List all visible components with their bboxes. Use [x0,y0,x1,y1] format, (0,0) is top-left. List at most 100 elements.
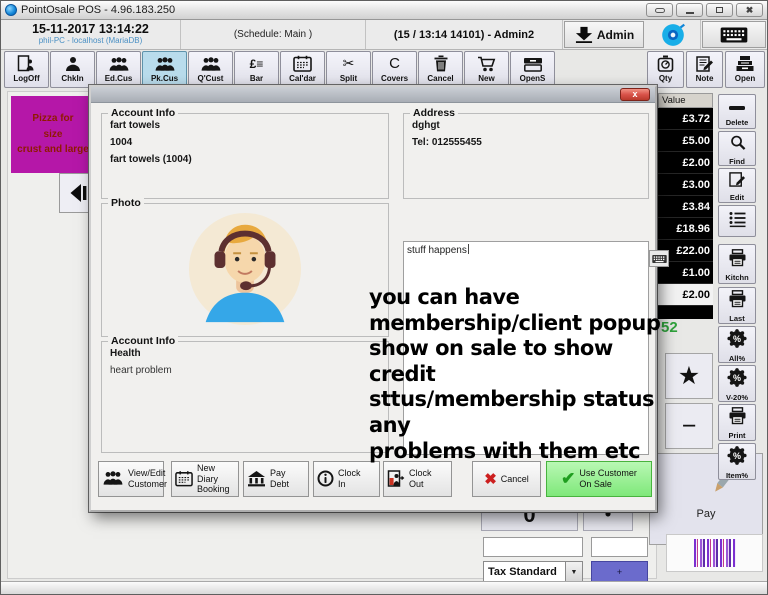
printer-icon [728,290,747,313]
admin-label: Admin [597,28,634,42]
dialog-cancel-button[interactable]: ✖ Cancel [472,461,541,497]
clock-in-button[interactable]: Clock In [313,461,380,497]
order-value-cell[interactable]: £3.72 [658,108,713,130]
admin-button[interactable]: Admin [564,21,644,48]
group-title: Photo [108,197,144,209]
toolbar-logoff-button[interactable]: LogOff [4,51,49,88]
button-label: View/Edit Customer [128,468,167,490]
toolbar-covers-button[interactable]: C Covers [372,51,417,88]
info-circle-icon [317,470,334,489]
toolbar-label: Q'Cust [198,74,224,83]
right-toolbar: Qty Note Open [647,51,765,88]
percent-badge-icon: % [727,368,747,392]
delete-line-button[interactable]: Delete [718,94,756,129]
maximize-button[interactable] [706,3,733,17]
pointosale-logo [657,22,689,48]
note-button[interactable]: Note [686,51,723,88]
people-icon [200,54,222,73]
order-value-cell[interactable]: £3.00 [658,174,713,196]
barcode-panel [666,534,763,572]
scale-icon [657,54,674,73]
toolbar-pick-customer-button[interactable]: Pk.Cus [142,51,187,88]
text-caret [468,244,469,254]
order-value-cell[interactable]: £18.96 [658,218,713,240]
toolbar-label: New [478,74,494,83]
people-icon [154,54,176,73]
dialog-close-button[interactable]: x [620,88,650,101]
new-diary-booking-button[interactable]: New Diary Booking [171,461,239,497]
button-label: Pay Debt [270,468,289,490]
customer-name-full: fart towels (1004) [110,154,388,165]
toolbar-label: Ed.Cus [105,74,133,83]
qty-input[interactable] [591,537,648,557]
toolbar-label: Split [340,74,357,83]
tax-select[interactable]: Tax Standard ▼ [483,561,583,583]
order-value-cell-selected[interactable]: £2.00 [658,284,713,306]
find-button[interactable]: Find [718,131,756,166]
toolbar-open-drawer-button[interactable]: OpenS [510,51,555,88]
toolbar-new-sale-button[interactable]: New [464,51,509,88]
notes-keyboard-button[interactable] [649,250,669,267]
print-button[interactable]: Print [718,404,756,441]
app-window: PointOsale POS - 4.96.183.250 ✖ 15-11-20… [0,0,768,595]
keyboard-toggle-button[interactable] [702,21,766,48]
amount-input[interactable] [483,537,583,557]
note-pencil-icon [696,54,714,73]
minimize-icon [686,12,694,14]
red-x-icon: ✖ [484,470,497,488]
chevron-down-icon[interactable]: ▼ [565,562,582,582]
qty-button[interactable]: Qty [647,51,684,88]
tax-apply-button[interactable]: + [591,561,648,583]
value-column-header[interactable]: Value [658,93,713,108]
v20-percent-button[interactable]: % V-20% [718,365,756,402]
svg-text:%: % [733,450,741,460]
pizza-size-button[interactable]: Pizza for size crust and large [11,96,95,173]
photo-group: Photo [101,203,389,337]
toolbar-split-button[interactable]: ✂ Split [326,51,371,88]
toolbar-cancel-button[interactable]: Cancel [418,51,463,88]
side-label: Find [729,157,745,166]
total-partial-text: 52 [661,319,678,336]
status-bar [1,581,767,594]
item-percent-button[interactable]: % Item% [718,443,756,480]
item-list-button[interactable] [718,205,756,237]
health-detail: heart problem [110,365,388,376]
kitchen-print-button[interactable]: Kitchn [718,244,756,284]
use-customer-on-sale-button[interactable]: ✔ Use Customer On Sale [546,461,652,497]
pay-debt-button[interactable]: Pay Debt [243,461,309,497]
toolbar-calendar-button[interactable]: Cal'dar [280,51,325,88]
button-label: New Diary Booking [197,463,235,495]
toolbar-edit-customer-button[interactable]: Ed.Cus [96,51,141,88]
drawer-icon [523,54,543,73]
star-button[interactable]: ★ [665,353,713,399]
maximize-icon [716,7,723,13]
customer-notes-textarea[interactable]: stuff happens [403,241,649,455]
order-value-cell[interactable]: £3.84 [658,196,713,218]
toolbar-quick-customer-button[interactable]: Q'Cust [188,51,233,88]
toolbar-bar-button[interactable]: £≡ Bar [234,51,279,88]
clock-out-button[interactable]: Clock Out [383,461,452,497]
minus-button[interactable]: − [665,403,713,449]
clock-out-icon [387,470,405,489]
printer-icon [728,249,747,272]
view-edit-customer-button[interactable]: View/Edit Customer [98,461,164,497]
window-extra-button[interactable] [646,3,673,17]
svg-text:%: % [733,372,741,382]
edit-line-button[interactable]: Edit [718,168,756,203]
last-print-button[interactable]: Last [718,287,756,324]
register-icon [735,54,755,73]
order-value-cell[interactable]: £5.00 [658,130,713,152]
sale-info-text: (15 / 13:14 14101) - Admin2 [394,29,534,41]
customer-number: 1004 [110,137,388,148]
all-percent-button[interactable]: % All% [718,326,756,363]
toolbar-label: Pk.Cus [151,74,178,83]
minimize-button[interactable] [676,3,703,17]
pin-icon [655,8,665,13]
order-value-cell[interactable]: £2.00 [658,152,713,174]
side-label: Edit [730,193,744,202]
close-window-button[interactable]: ✖ [736,3,763,17]
toolbar-checkin-button[interactable]: ChkIn [50,51,95,88]
main-toolbar: LogOff ChkIn Ed.Cus Pk.Cus Q'Cust £≡ Bar… [4,51,555,88]
window-titlebar: PointOsale POS - 4.96.183.250 ✖ [1,1,767,20]
open-register-button[interactable]: Open [725,51,765,88]
